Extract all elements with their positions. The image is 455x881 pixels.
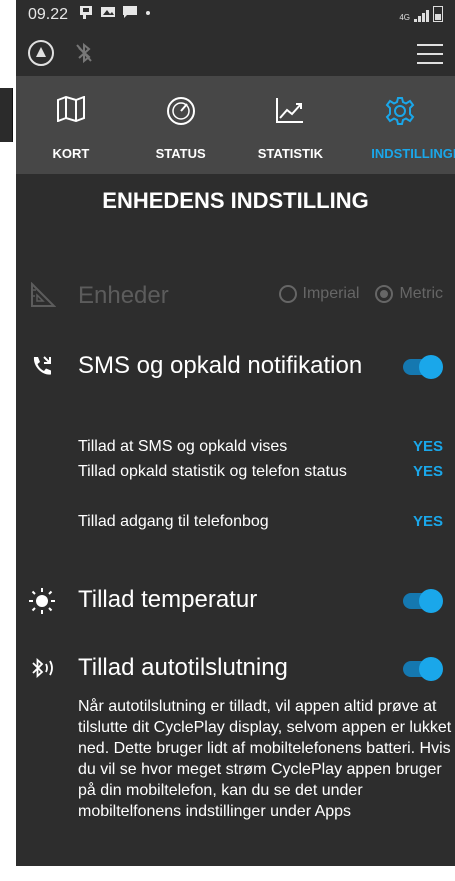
autoconnect-row: Tillad autotilslutning — [16, 652, 455, 684]
temperature-toggle[interactable] — [403, 589, 443, 613]
radio-imperial-label: Imperial — [302, 285, 360, 302]
speedometer-icon — [166, 97, 195, 125]
notification-app-icon — [80, 6, 92, 19]
tab-bar: KORT STATUS STATISTIK INDSTILLINGER — [16, 76, 455, 174]
bluetooth-connect-icon — [32, 657, 53, 679]
battery-icon — [433, 6, 443, 22]
tab-status[interactable]: STATUS — [126, 76, 236, 174]
radio-metric-label: Metric — [399, 285, 443, 302]
chart-icon — [276, 98, 304, 123]
tab-kort[interactable]: KORT — [16, 76, 126, 174]
radio-metric[interactable] — [375, 285, 394, 303]
sun-icon — [29, 588, 55, 614]
yes-toggle[interactable]: YES — [413, 438, 443, 455]
sms-label: SMS og opkald notifikation — [78, 352, 363, 379]
signal-icon — [414, 10, 429, 22]
tab-indstillinger[interactable]: INDSTILLINGER — [345, 76, 455, 174]
page-title: ENHEDENS INDSTILLING — [102, 188, 369, 213]
sms-toggle[interactable] — [403, 355, 443, 379]
app-bar — [16, 32, 455, 76]
status-bar: 09.22 4G — [16, 0, 455, 32]
sms-row: SMS og opkald notifikation — [16, 350, 455, 382]
sms-option-row-2: Tillad opkald statistik og telefon statu… — [78, 463, 443, 480]
yes-toggle[interactable]: YES — [413, 463, 443, 480]
bluetooth-off-icon[interactable] — [74, 42, 94, 64]
status-time: 09.22 — [28, 6, 69, 23]
tab-statistik[interactable]: STATISTIK — [236, 76, 346, 174]
autoconnect-label: Tillad autotilslutning — [78, 654, 288, 681]
menu-icon[interactable] — [417, 44, 443, 71]
yes-toggle[interactable]: YES — [413, 513, 443, 530]
message-icon — [123, 6, 137, 18]
app-logo-icon[interactable] — [28, 40, 54, 66]
network-type: 4G — [399, 13, 410, 22]
units-label: Enheder — [78, 282, 169, 309]
gear-icon — [385, 97, 415, 125]
autoconnect-description: Når autotilslutning er tilladt, vil appe… — [78, 698, 452, 820]
sms-option-row: Tillad at SMS og opkald vises YES — [78, 438, 443, 455]
temperature-row: Tillad temperatur — [16, 584, 455, 616]
units-row: Enheder Imperial Metric — [16, 280, 455, 312]
dot-icon — [146, 11, 150, 15]
gallery-icon — [101, 7, 115, 17]
sms-option-row-3: Tillad adgang til telefonbog YES — [78, 513, 443, 530]
autoconnect-toggle[interactable] — [403, 657, 443, 681]
ruler-triangle-icon — [31, 282, 56, 307]
map-icon — [56, 96, 85, 122]
radio-imperial[interactable] — [278, 285, 297, 303]
phone-screen: 09.22 4G KORT STATUS STATISTIK INDSTILLI… — [16, 0, 455, 866]
background-app-edge — [0, 88, 13, 142]
phone-call-icon — [33, 356, 51, 375]
temperature-label: Tillad temperatur — [78, 586, 258, 613]
